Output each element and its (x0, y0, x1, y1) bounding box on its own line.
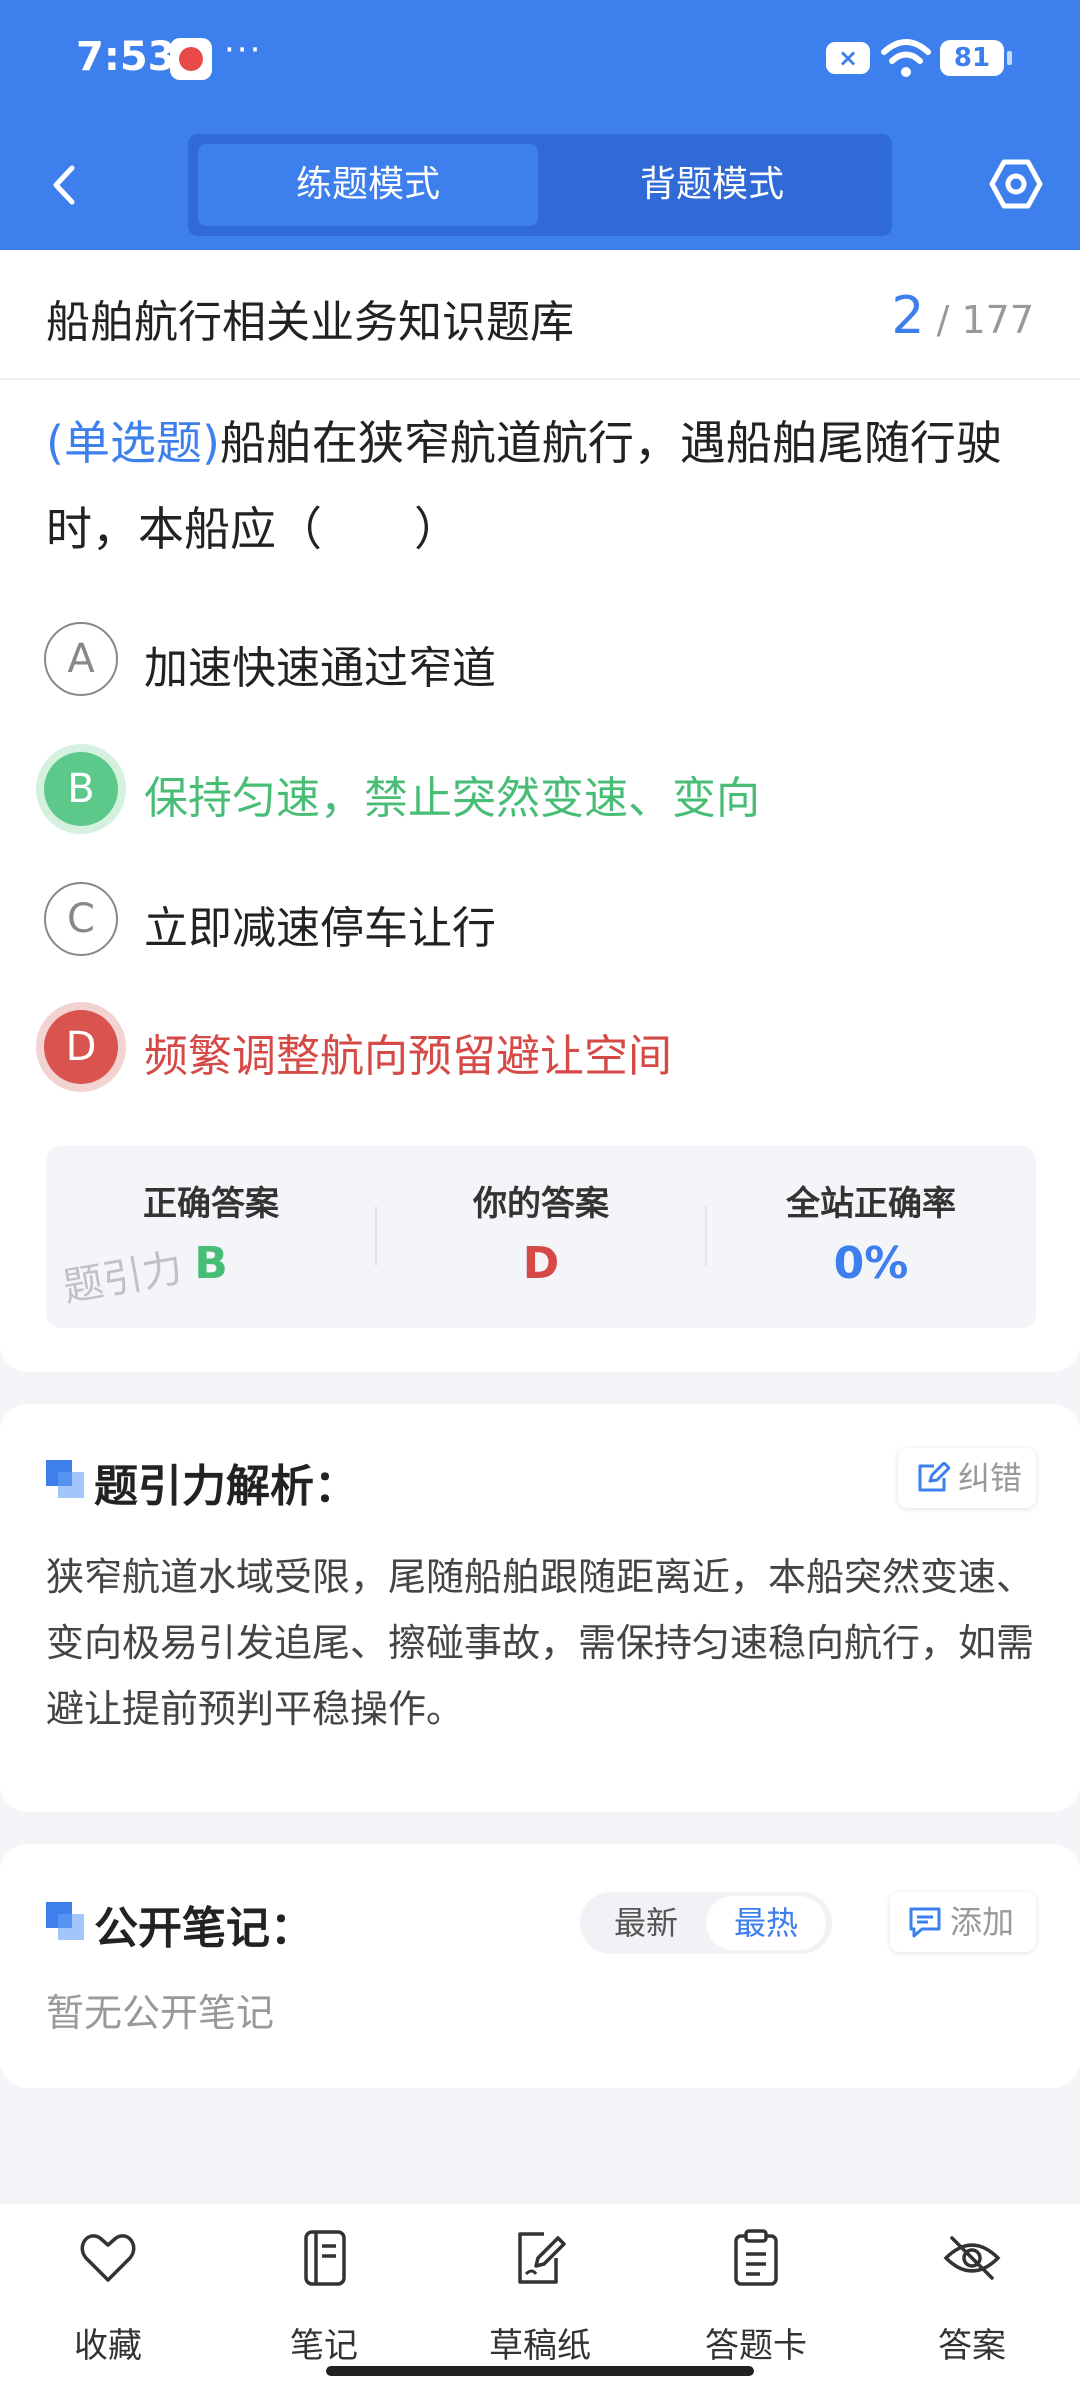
favorite-label: 收藏 (74, 2326, 142, 2366)
answer-summary: 正确答案 B 你的答案 D 全站正确率 0% 题引力 (46, 1146, 1036, 1328)
question-counter: 2 / 177 (891, 286, 1034, 346)
option-d[interactable]: D 频繁调整航向预留避让空间 (44, 1010, 1044, 1090)
back-icon[interactable] (40, 160, 90, 210)
wifi-icon (881, 39, 931, 77)
report-error-label: 纠错 (958, 1459, 1023, 1497)
accuracy-label: 全站正确率 (786, 1184, 956, 1224)
option-letter: A (44, 622, 118, 696)
heart-icon (80, 2234, 136, 2282)
draft-icon (518, 2232, 566, 2284)
battery-icon: 81 (940, 40, 1012, 76)
favorite-button[interactable]: 收藏 (18, 2224, 198, 2366)
notebook-icon (304, 2230, 346, 2286)
add-note-label: 添加 (950, 1903, 1015, 1941)
eye-off-icon (943, 2236, 1001, 2280)
your-answer-value: D (522, 1238, 560, 1289)
option-c[interactable]: C 立即减速停车让行 (44, 882, 1044, 962)
answer-sheet-label: 答题卡 (705, 2326, 807, 2366)
section-marker-icon (46, 1902, 86, 1942)
show-answer-label: 答案 (938, 2326, 1006, 2366)
accuracy-block: 全站正确率 0% (706, 1146, 1036, 1328)
sort-latest-option[interactable]: 最新 (586, 1896, 706, 1950)
total-questions: / 177 (936, 298, 1034, 342)
your-answer-block: 你的答案 D (376, 1146, 706, 1328)
status-bar: 7:53 ··· × 81 (0, 0, 1080, 120)
option-text: 频繁调整航向预留避让空间 (144, 1031, 672, 1082)
analysis-text: 狭窄航道水域受限，尾随船舶跟随距离近，本船突然变速、变向极易引发追尾、擦碰事故，… (46, 1555, 1035, 1731)
add-note-button[interactable]: 添加 (890, 1892, 1036, 1952)
mode-switch: 练题模式 背题模式 (188, 134, 892, 236)
settings-icon[interactable] (988, 156, 1044, 212)
option-letter: C (44, 882, 118, 956)
option-text: 立即减速停车让行 (144, 903, 496, 954)
edit-icon (918, 1462, 950, 1492)
comment-icon (909, 1907, 941, 1938)
tab-practice-mode[interactable]: 练题模式 (198, 144, 538, 226)
question-bank-title: 船舶航行相关业务知识题库 (46, 297, 574, 348)
show-answer-button[interactable]: 答案 (882, 2224, 1062, 2366)
report-error-button[interactable]: 纠错 (898, 1448, 1036, 1508)
correct-answer-label: 正确答案 (143, 1184, 279, 1224)
top-header: 7:53 ··· × 81 练题模式 背题模式 (0, 0, 1080, 250)
option-a[interactable]: A 加速快速通过窄道 (44, 622, 1044, 702)
empty-notes-text: 暂无公开笔记 (46, 1991, 275, 2035)
accuracy-value: 0% (833, 1238, 909, 1289)
home-indicator[interactable] (326, 2366, 754, 2376)
question-type: (单选题) (46, 416, 220, 470)
answer-sheet-button[interactable]: 答题卡 (666, 2224, 846, 2366)
divider (0, 378, 1080, 380)
app-notification-icon (170, 38, 212, 80)
draft-paper-button[interactable]: 草稿纸 (450, 2224, 630, 2366)
your-answer-label: 你的答案 (473, 1184, 609, 1224)
tab-memorize-mode[interactable]: 背题模式 (542, 144, 882, 226)
clipboard-icon (734, 2229, 778, 2286)
question-stem: (单选题)船舶在狭窄航道航行，遇船舶尾随行驶时，本船应（ ） (46, 400, 1036, 572)
more-notifications-icon: ··· (224, 30, 263, 70)
analysis-title: 题引力解析： (94, 1461, 358, 1512)
option-letter: D (44, 1010, 118, 1084)
option-b[interactable]: B 保持匀速，禁止突然变速、变向 (44, 752, 1044, 832)
notes-sort-toggle: 最新 最热 (580, 1892, 832, 1954)
current-question-number: 2 (891, 286, 925, 346)
sim-off-icon: × (826, 42, 870, 74)
option-letter: B (44, 752, 118, 826)
notes-card (0, 1844, 1080, 2088)
option-text: 保持匀速，禁止突然变速、变向 (144, 773, 760, 824)
status-time: 7:53 (76, 34, 176, 80)
notes-button[interactable]: 笔记 (234, 2224, 414, 2366)
draft-paper-label: 草稿纸 (489, 2326, 591, 2366)
option-text: 加速快速通过窄道 (144, 643, 496, 694)
sort-hot-option[interactable]: 最热 (706, 1896, 826, 1950)
notes-title: 公开笔记： (94, 1903, 314, 1954)
notes-label: 笔记 (290, 2326, 358, 2366)
section-marker-icon (46, 1460, 86, 1500)
